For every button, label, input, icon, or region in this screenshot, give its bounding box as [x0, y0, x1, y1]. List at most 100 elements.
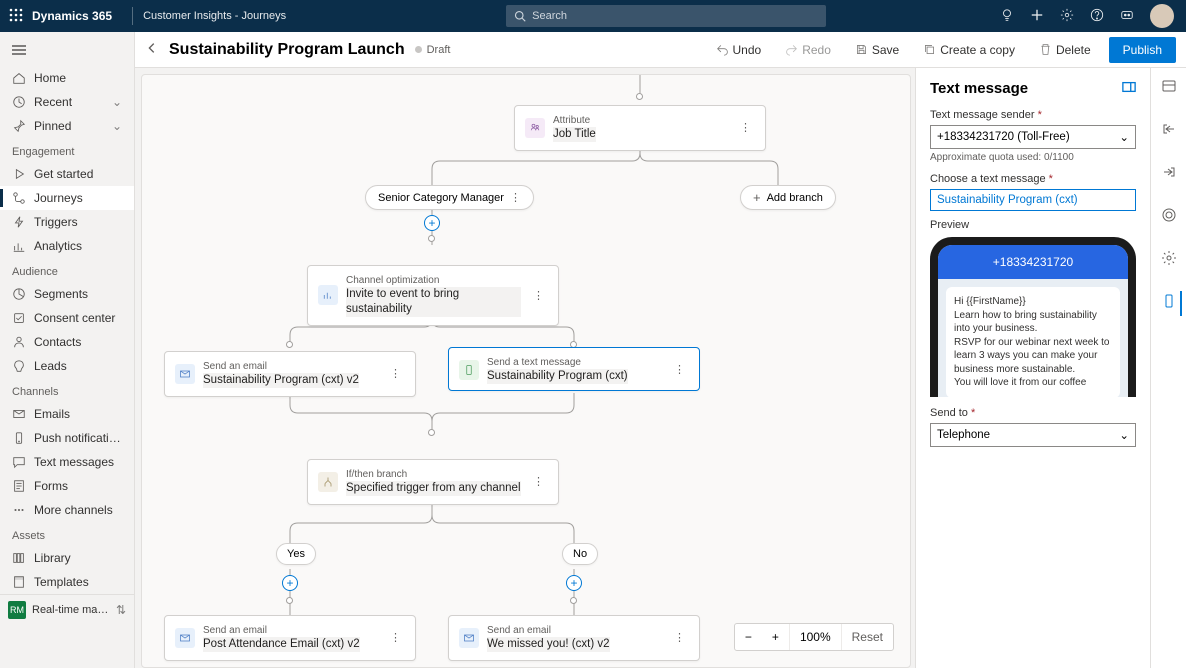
- nav-text-messages[interactable]: Text messages: [0, 450, 134, 474]
- lightbulb-icon[interactable]: [1000, 8, 1014, 25]
- undo-button[interactable]: Undo: [710, 39, 768, 61]
- back-button[interactable]: [145, 41, 159, 58]
- rail-enter-icon[interactable]: [1157, 117, 1181, 146]
- email-icon: [175, 628, 195, 648]
- message-select[interactable]: Sustainability Program (cxt): [930, 189, 1136, 211]
- search-placeholder: Search: [532, 10, 567, 22]
- save-button[interactable]: Save: [849, 39, 905, 61]
- zoom-reset-button[interactable]: Reset: [842, 624, 893, 650]
- node-more-icon[interactable]: ⋮: [386, 367, 405, 380]
- branch-icon: [318, 472, 338, 492]
- preview-message-body: Hi {{FirstName}} Learn how to bring sust…: [946, 287, 1120, 397]
- nav-forms[interactable]: Forms: [0, 474, 134, 498]
- preview-phone-number: +18334231720: [938, 245, 1128, 279]
- nav-section-channels: Channels: [0, 378, 134, 402]
- branch-no-pill[interactable]: No: [562, 543, 598, 565]
- attribute-icon: [525, 118, 545, 138]
- branch-pill-senior-manager[interactable]: Senior Category Manager⋮: [365, 185, 534, 210]
- delete-button[interactable]: Delete: [1033, 39, 1097, 61]
- nav-triggers[interactable]: Triggers: [0, 210, 134, 234]
- chevron-down-icon: ⌄: [1119, 428, 1129, 442]
- nav-pinned[interactable]: Pinned⌄: [0, 114, 134, 138]
- add-icon[interactable]: [1030, 8, 1044, 25]
- node-more-icon[interactable]: ⋮: [386, 631, 405, 644]
- node-more-icon[interactable]: ⋮: [529, 289, 548, 302]
- nav-library[interactable]: Library: [0, 546, 134, 570]
- chevron-down-icon: ⌄: [1119, 130, 1129, 144]
- add-node-button[interactable]: +: [424, 215, 440, 231]
- node-if-then-branch[interactable]: If/then branchSpecified trigger from any…: [307, 459, 559, 505]
- zoom-controls: − + 100% Reset: [734, 623, 894, 651]
- zoom-level: 100%: [789, 624, 842, 650]
- quota-hint: Approximate quota used: 0/1100: [930, 152, 1136, 163]
- sender-select[interactable]: +18334231720 (Toll-Free)⌄: [930, 125, 1136, 149]
- choose-message-label: Choose a text message: [930, 173, 1136, 185]
- area-label: Real-time marketi...: [32, 604, 110, 616]
- rail-settings-icon[interactable]: [1157, 246, 1181, 275]
- nav-emails[interactable]: Emails: [0, 402, 134, 426]
- optimization-icon: [318, 285, 338, 305]
- app-launcher-icon[interactable]: [0, 8, 32, 25]
- node-more-icon[interactable]: ⋮: [670, 631, 689, 644]
- area-badge: RM: [8, 601, 26, 619]
- node-send-email-yes[interactable]: Send an emailPost Attendance Email (cxt)…: [164, 615, 416, 661]
- nav-home[interactable]: Home: [0, 66, 134, 90]
- add-node-button[interactable]: +: [282, 575, 298, 591]
- rail-properties-icon[interactable]: [1157, 289, 1181, 318]
- nav-section-engagement: Engagement: [0, 138, 134, 162]
- nav-more-channels[interactable]: More channels: [0, 498, 134, 522]
- chevron-up-down-icon: ⇅: [116, 603, 126, 617]
- zoom-in-button[interactable]: +: [762, 624, 789, 650]
- node-send-email-no[interactable]: Send an emailWe missed you! (cxt) v2 ⋮: [448, 615, 700, 661]
- zoom-out-button[interactable]: −: [735, 624, 762, 650]
- add-branch-button[interactable]: +Add branch: [740, 185, 836, 210]
- node-send-email-left[interactable]: Send an emailSustainability Program (cxt…: [164, 351, 416, 397]
- settings-gear-icon[interactable]: [1060, 8, 1074, 25]
- assistant-icon[interactable]: [1120, 8, 1134, 25]
- nav-segments[interactable]: Segments: [0, 282, 134, 306]
- publish-button[interactable]: Publish: [1109, 37, 1176, 63]
- nav-section-assets: Assets: [0, 522, 134, 546]
- nav-journeys[interactable]: Journeys: [0, 186, 134, 210]
- nav-collapse-button[interactable]: [0, 36, 134, 66]
- pill-more-icon[interactable]: ⋮: [510, 191, 521, 204]
- nav-get-started[interactable]: Get started: [0, 162, 134, 186]
- node-more-icon[interactable]: ⋮: [529, 475, 548, 488]
- nav-area-switcher[interactable]: RM Real-time marketi... ⇅: [0, 594, 134, 625]
- nav-templates[interactable]: Templates: [0, 570, 134, 594]
- node-channel-optimization[interactable]: Channel optimizationInvite to event to b…: [307, 265, 559, 326]
- sender-label: Text message sender: [930, 109, 1136, 121]
- global-search-input[interactable]: Search: [506, 5, 826, 27]
- nav-recent[interactable]: Recent⌄: [0, 90, 134, 114]
- properties-panel: Text message Text message sender +183342…: [915, 68, 1150, 668]
- nav-consent-center[interactable]: Consent center: [0, 306, 134, 330]
- chevron-down-icon: ⌄: [112, 119, 122, 133]
- sms-preview: +18334231720 Hi {{FirstName}} Learn how …: [930, 237, 1136, 397]
- send-to-select[interactable]: Telephone⌄: [930, 423, 1136, 447]
- redo-button[interactable]: Redo: [779, 39, 837, 61]
- help-icon[interactable]: [1090, 8, 1104, 25]
- nav-analytics[interactable]: Analytics: [0, 234, 134, 258]
- nav-contacts[interactable]: Contacts: [0, 330, 134, 354]
- journey-canvas[interactable]: AttributeJob Title ⋮ Senior Category Man…: [141, 74, 911, 668]
- nav-section-audience: Audience: [0, 258, 134, 282]
- add-node-button[interactable]: +: [566, 575, 582, 591]
- rail-goal-icon[interactable]: [1157, 203, 1181, 232]
- sms-icon: [459, 360, 479, 380]
- node-send-text-message[interactable]: Send a text messageSustainability Progra…: [448, 347, 700, 391]
- user-avatar[interactable]: [1150, 4, 1174, 28]
- create-copy-button[interactable]: Create a copy: [917, 39, 1021, 61]
- branch-yes-pill[interactable]: Yes: [276, 543, 316, 565]
- chevron-down-icon: ⌄: [112, 95, 122, 109]
- app-name-label: Customer Insights - Journeys: [143, 10, 286, 22]
- send-to-label: Send to: [930, 407, 1136, 419]
- node-more-icon[interactable]: ⋮: [670, 363, 689, 376]
- brand-label: Dynamics 365: [32, 9, 122, 23]
- node-attribute[interactable]: AttributeJob Title ⋮: [514, 105, 766, 151]
- rail-exit-icon[interactable]: [1157, 160, 1181, 189]
- rail-copilot-icon[interactable]: [1157, 74, 1181, 103]
- expand-panel-icon[interactable]: [1122, 80, 1136, 97]
- nav-push-notifications[interactable]: Push notifications: [0, 426, 134, 450]
- node-more-icon[interactable]: ⋮: [736, 121, 755, 134]
- nav-leads[interactable]: Leads: [0, 354, 134, 378]
